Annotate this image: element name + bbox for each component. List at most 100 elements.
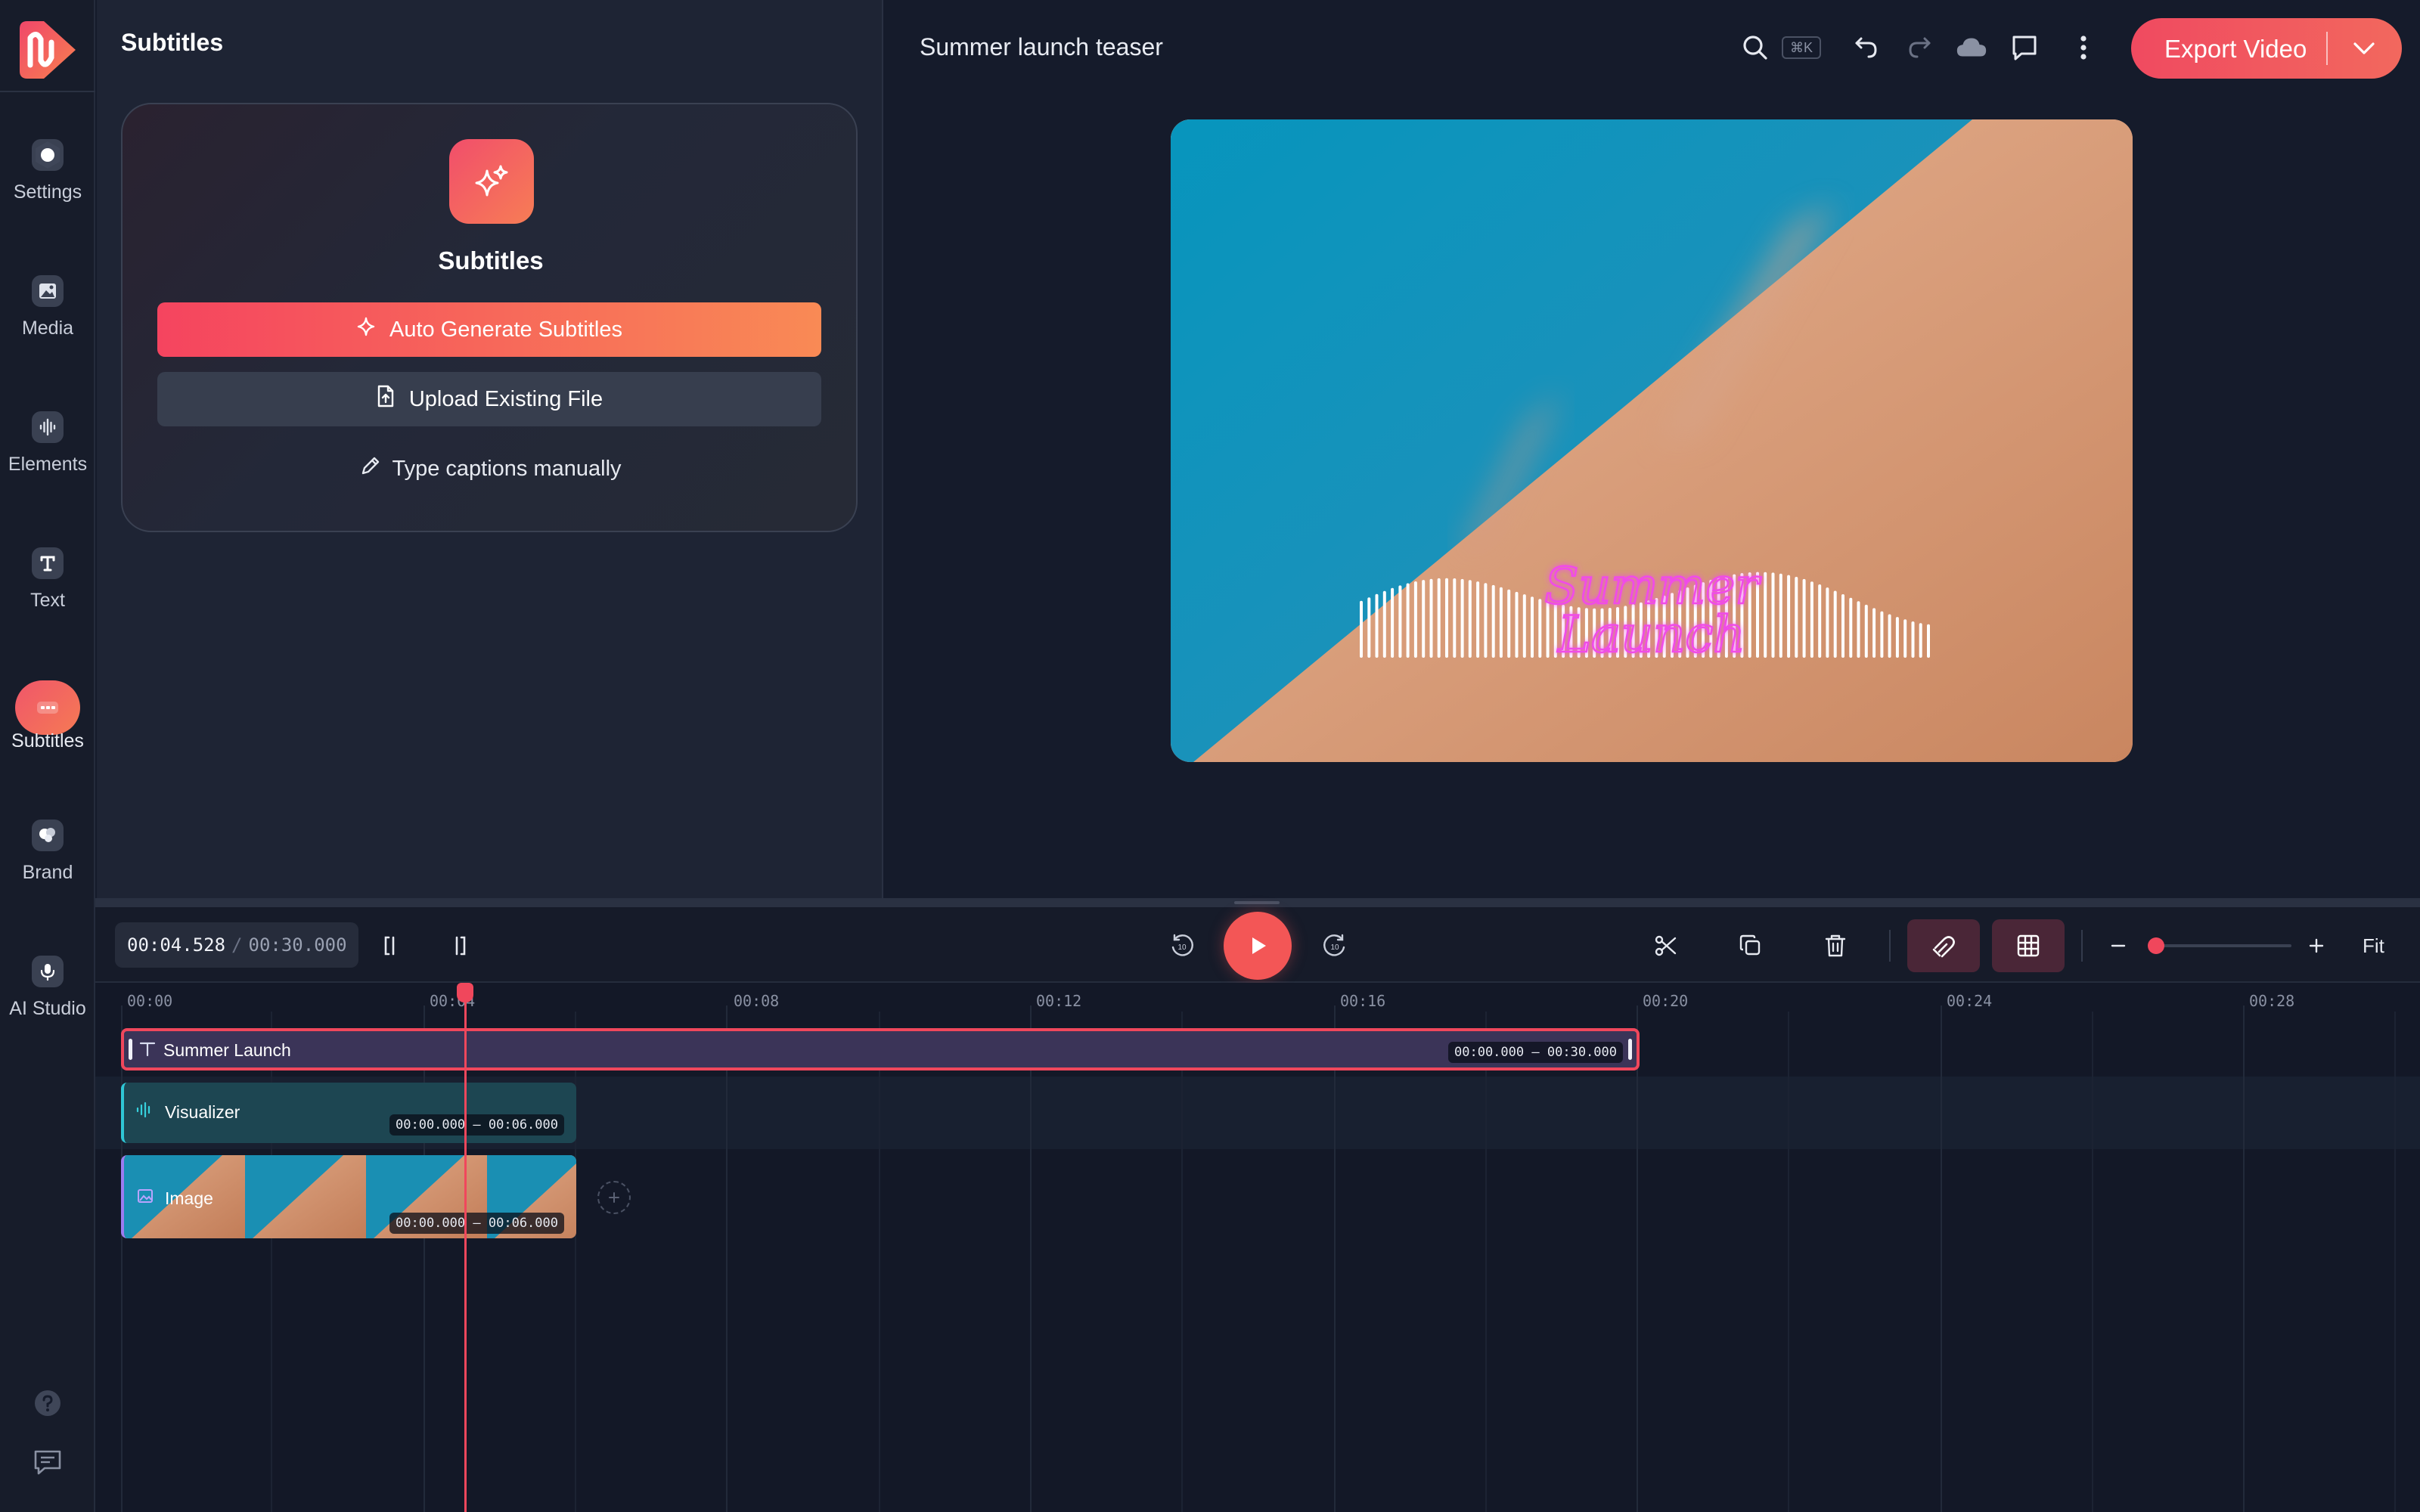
- duplicate-icon[interactable]: [1733, 928, 1768, 963]
- visualizer-bar: [1849, 597, 1853, 658]
- visualizer-bar: [1531, 596, 1534, 658]
- image-clip[interactable]: Image 00:00.000 – 00:06.000: [121, 1155, 576, 1238]
- clip-handle-left[interactable]: [129, 1039, 132, 1060]
- subtitles-panel: Subtitles Subtitles Auto Generate Subtit…: [97, 0, 883, 900]
- panel-title: Subtitles: [121, 29, 224, 56]
- clip-name: Visualizer: [165, 1102, 240, 1122]
- app-logo[interactable]: [14, 15, 82, 83]
- ruler-gridline: [879, 1012, 880, 1512]
- file-upload-icon: [376, 385, 396, 414]
- forward-10-icon[interactable]: 10: [1317, 928, 1352, 963]
- range-start: 00:00.000: [396, 1216, 466, 1231]
- ruler-gridline: [2092, 1012, 2093, 1512]
- range-start: 00:00.000: [1454, 1045, 1525, 1060]
- comment-icon[interactable]: [2007, 30, 2042, 65]
- auto-generate-label: Auto Generate Subtitles: [389, 317, 622, 342]
- text-icon: [138, 1040, 157, 1063]
- text-clip-summer-launch[interactable]: Summer Launch 00:00.000 – 00:30.000: [121, 1028, 1640, 1070]
- rewind-10-icon[interactable]: 10: [1165, 928, 1199, 963]
- zoom-out-icon[interactable]: [2101, 928, 2136, 963]
- current-time: 00:04.528: [127, 934, 226, 956]
- clip-handle-right[interactable]: [1628, 1039, 1632, 1060]
- add-clip-button[interactable]: [597, 1181, 631, 1214]
- scissors-icon[interactable]: [1649, 928, 1683, 963]
- play-button[interactable]: [1224, 912, 1292, 980]
- zoom-slider-handle[interactable]: [2148, 937, 2164, 954]
- zoom-slider-track[interactable]: [2155, 944, 2291, 947]
- caption-line-2: Launch: [1557, 606, 1745, 664]
- captions-icon: [15, 680, 80, 735]
- text-icon: [32, 547, 64, 579]
- sidebar-item-ai-studio[interactable]: AI Studio: [0, 937, 95, 1051]
- sidebar-item-brand[interactable]: Brand: [0, 801, 95, 915]
- upload-existing-file-button[interactable]: Upload Existing File: [157, 372, 821, 426]
- ruler-gridline: [424, 1005, 425, 1512]
- visualizer-bar: [1538, 599, 1542, 658]
- sparkle-icon: [356, 317, 376, 342]
- feedback-icon[interactable]: [33, 1447, 63, 1477]
- sidebar-item-text[interactable]: Text: [0, 529, 95, 643]
- card-title: Subtitles: [438, 246, 544, 274]
- more-options-icon[interactable]: [2066, 30, 2101, 65]
- visualizer-bar: [1406, 583, 1410, 658]
- redo-icon[interactable]: [1903, 30, 1938, 65]
- undo-icon[interactable]: [1848, 30, 1883, 65]
- time-separator: /: [231, 934, 243, 956]
- snap-magnet-toggle[interactable]: [1907, 919, 1980, 972]
- trim-end-icon[interactable]: [439, 928, 473, 963]
- type-captions-manually-link[interactable]: Type captions manually: [123, 442, 859, 496]
- chevron-down-icon[interactable]: [2347, 33, 2381, 64]
- visualizer-clip[interactable]: Visualizer 00:00.000 – 00:06.000: [121, 1083, 576, 1143]
- visualizer-bar: [1437, 578, 1441, 658]
- visualizer-bar: [1522, 594, 1526, 658]
- export-video-button[interactable]: Export Video: [2131, 18, 2402, 79]
- grid-toggle[interactable]: [1992, 919, 2065, 972]
- left-rail: Settings Media Elements Text Subtitles B…: [0, 0, 95, 1512]
- range-dash: –: [473, 1117, 481, 1132]
- grid-icon: [2017, 934, 2040, 957]
- visualizer-bar: [1360, 600, 1363, 658]
- search-icon[interactable]: [1738, 30, 1773, 65]
- cloud-save-icon[interactable]: [1954, 30, 1989, 65]
- trim-start-icon[interactable]: [377, 928, 411, 963]
- ruler-gridline: [1941, 1005, 1942, 1512]
- ruler-gridline: [1334, 1005, 1336, 1512]
- zoom-in-icon[interactable]: [2299, 928, 2334, 963]
- image-icon: [32, 275, 64, 307]
- visualizer-bar: [1919, 623, 1922, 658]
- clip-time-range: 00:00.000 – 00:06.000: [389, 1114, 564, 1136]
- video-editor-app: Settings Media Elements Text Subtitles B…: [0, 0, 2420, 1512]
- visualizer-bar: [1429, 578, 1433, 658]
- visualizer-bar: [1507, 589, 1511, 658]
- ruler-label: 00:16: [1340, 992, 1386, 1010]
- project-title[interactable]: Summer launch teaser: [920, 33, 1163, 61]
- ruler-gridline: [2243, 1005, 2245, 1512]
- visualizer-bar: [1422, 580, 1426, 658]
- visualizer-bar: [1864, 604, 1868, 658]
- resize-grip[interactable]: [1234, 901, 1280, 904]
- sidebar-item-elements[interactable]: Elements: [0, 393, 95, 507]
- ruler-gridline: [2394, 1012, 2396, 1512]
- ruler-label: 00:12: [1036, 992, 1082, 1010]
- palette-icon: [32, 820, 64, 851]
- help-icon[interactable]: [33, 1388, 63, 1418]
- sidebar-item-settings[interactable]: Settings: [0, 121, 95, 234]
- visualizer-bar: [1398, 585, 1402, 658]
- range-end: 00:06.000: [488, 1216, 558, 1231]
- visualizer-bar: [1810, 581, 1813, 658]
- visualizer-bar: [1445, 578, 1448, 658]
- video-preview[interactable]: Summer Launch: [1171, 119, 2133, 762]
- visualizer-bar: [1795, 577, 1798, 658]
- visualizer-bar: [1895, 617, 1899, 658]
- visualizer-bar: [1841, 594, 1844, 658]
- playhead-handle[interactable]: [457, 983, 474, 1002]
- microphone-icon: [32, 956, 64, 987]
- trash-icon[interactable]: [1818, 928, 1853, 963]
- ruler-label: 00:28: [2249, 992, 2295, 1010]
- playhead[interactable]: [464, 993, 467, 1512]
- zoom-fit-button[interactable]: Fit: [2363, 934, 2384, 958]
- sidebar-item-media[interactable]: Media: [0, 257, 95, 370]
- auto-generate-subtitles-button[interactable]: Auto Generate Subtitles: [157, 302, 821, 357]
- visualizer-bar: [1375, 593, 1379, 658]
- sidebar-item-subtitles[interactable]: Subtitles: [0, 665, 95, 779]
